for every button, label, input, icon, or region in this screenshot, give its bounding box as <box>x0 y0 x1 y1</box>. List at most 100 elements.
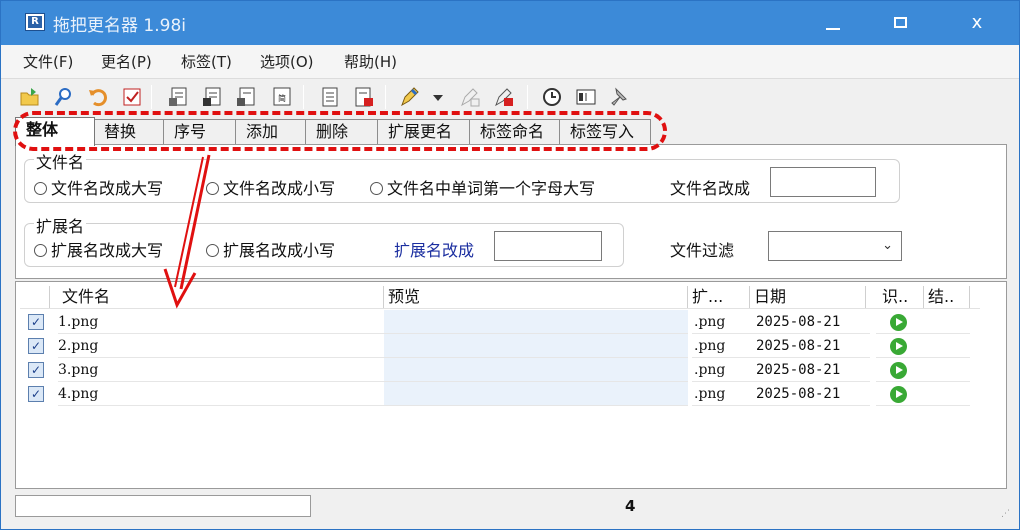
row-date: 2025-08-21 <box>754 310 870 334</box>
extension-group-label: 扩展名 <box>34 213 87 237</box>
table-row[interactable]: ✓ 4.png .png 2025-08-21 <box>20 382 976 406</box>
clock-icon[interactable] <box>541 86 563 108</box>
table-row[interactable]: ✓ 2.png .png 2025-08-21 <box>20 334 976 358</box>
file-filter-select[interactable]: ⌄ <box>768 231 902 261</box>
edit-icon[interactable] <box>235 86 257 108</box>
radio-filename-lower[interactable]: 文件名改成小写 <box>206 175 335 199</box>
table-row[interactable]: ✓ 3.png .png 2025-08-21 <box>20 358 976 382</box>
panel-icon[interactable] <box>575 86 597 108</box>
progress-bar <box>15 495 311 517</box>
annotation-arrow <box>163 154 211 309</box>
row-extension: .png <box>692 382 754 406</box>
row-checkbox[interactable]: ✓ <box>28 314 44 330</box>
minimize-button[interactable] <box>799 1 867 45</box>
row-date: 2025-08-21 <box>754 358 870 382</box>
pen-disabled-icon[interactable] <box>459 86 481 108</box>
minimize-icon <box>826 28 840 30</box>
radio-circle-icon <box>370 182 383 195</box>
menu-rename[interactable]: 更名(P) <box>101 51 152 72</box>
app-window: R 拖把更名器 1.98i x 文件(F) 更名(P) 标签(T) 选项(O) … <box>0 0 1020 530</box>
tab-add[interactable]: 添加 <box>235 119 307 145</box>
tab-tag-write[interactable]: 标签写入 <box>559 119 651 145</box>
close-button[interactable]: x <box>935 1 1019 45</box>
row-date: 2025-08-21 <box>754 334 870 358</box>
row-status <box>876 334 924 358</box>
column-header-recognized[interactable]: 识.. <box>878 286 924 308</box>
tab-overall[interactable]: 整体 <box>15 117 95 146</box>
radio-extension-upper[interactable]: 扩展名改成大写 <box>34 237 163 261</box>
file-count: 4 <box>625 497 636 515</box>
row-extension: .png <box>692 334 754 358</box>
column-header-result[interactable]: 结.. <box>924 286 970 308</box>
row-filename: 2.png <box>58 334 384 358</box>
pin-icon[interactable] <box>607 86 629 108</box>
column-header-extension[interactable]: 扩... <box>688 286 750 308</box>
open-folder-icon[interactable] <box>19 86 41 108</box>
row-result <box>924 358 970 382</box>
row-filename: 4.png <box>58 382 384 406</box>
extension-rename-input[interactable] <box>494 231 602 261</box>
status-bar: 4 ⋰ <box>1 491 1019 529</box>
tab-extension-rename[interactable]: 扩展更名 <box>377 119 471 145</box>
resize-grip-icon[interactable]: ⋰ <box>1001 510 1013 523</box>
document-icon[interactable] <box>319 86 341 108</box>
column-header-preview[interactable]: 预览 <box>384 286 688 308</box>
row-checkbox[interactable]: ✓ <box>28 338 44 354</box>
svg-text:简: 简 <box>278 93 286 103</box>
app-logo-icon: R <box>25 13 45 31</box>
play-status-icon <box>890 362 907 379</box>
row-result <box>924 310 970 334</box>
paste-icon[interactable] <box>201 86 223 108</box>
radio-extension-lower[interactable]: 扩展名改成小写 <box>206 237 335 261</box>
menu-bar: 文件(F) 更名(P) 标签(T) 选项(O) 帮助(H) <box>1 45 1019 79</box>
radio-circle-icon <box>34 182 47 195</box>
tab-sequence[interactable]: 序号 <box>163 119 237 145</box>
radio-circle-icon <box>34 244 47 257</box>
row-status <box>876 310 924 334</box>
menu-tags[interactable]: 标签(T) <box>181 51 232 72</box>
row-preview <box>384 358 688 382</box>
maximize-icon <box>894 17 907 28</box>
tab-delete[interactable]: 删除 <box>305 119 379 145</box>
copy-icon[interactable] <box>167 86 189 108</box>
row-filename: 1.png <box>58 310 384 334</box>
pen-dropdown-icon[interactable] <box>431 86 445 108</box>
checkbox-icon[interactable] <box>121 86 143 108</box>
title-bar[interactable]: R 拖把更名器 1.98i x <box>1 1 1019 45</box>
column-header-filename[interactable]: 文件名 <box>58 286 384 308</box>
document-delete-icon[interactable] <box>353 86 375 108</box>
filename-rename-input[interactable] <box>770 167 876 197</box>
extension-rename-label: 扩展名改成 <box>394 241 475 260</box>
pen-delete-icon[interactable] <box>493 86 515 108</box>
row-result <box>924 382 970 406</box>
row-checkbox[interactable]: ✓ <box>28 386 44 402</box>
row-result <box>924 334 970 358</box>
maximize-button[interactable] <box>867 1 935 45</box>
compare-icon[interactable]: 简 <box>271 86 293 108</box>
table-row[interactable]: ✓ 1.png .png 2025-08-21 <box>20 310 976 334</box>
filename-group-label: 文件名 <box>34 149 87 173</box>
search-icon[interactable] <box>53 86 75 108</box>
play-status-icon <box>890 386 907 403</box>
pen-icon[interactable] <box>399 86 421 108</box>
radio-filename-titlecase[interactable]: 文件名中单词第一个字母大写 <box>370 175 595 199</box>
menu-options[interactable]: 选项(O) <box>260 51 314 72</box>
play-status-icon <box>890 314 907 331</box>
tab-tag-naming[interactable]: 标签命名 <box>469 119 561 145</box>
row-preview <box>384 382 688 406</box>
menu-help[interactable]: 帮助(H) <box>344 51 397 72</box>
chevron-down-icon: ⌄ <box>882 238 893 253</box>
row-status <box>876 382 924 406</box>
column-header-check[interactable] <box>20 286 50 308</box>
row-extension: .png <box>692 310 754 334</box>
row-date: 2025-08-21 <box>754 382 870 406</box>
menu-file[interactable]: 文件(F) <box>23 51 73 72</box>
column-header-date[interactable]: 日期 <box>750 286 866 308</box>
tab-replace[interactable]: 替换 <box>93 119 165 145</box>
window-title: 拖把更名器 1.98i <box>53 16 186 36</box>
row-checkbox[interactable]: ✓ <box>28 362 44 378</box>
file-filter-label: 文件过滤 <box>670 241 735 260</box>
file-list: 文件名 预览 扩... 日期 识.. 结.. ✓ 1.png .png 2025… <box>15 281 1007 489</box>
undo-icon[interactable] <box>87 86 109 108</box>
radio-filename-upper[interactable]: 文件名改成大写 <box>34 175 163 199</box>
